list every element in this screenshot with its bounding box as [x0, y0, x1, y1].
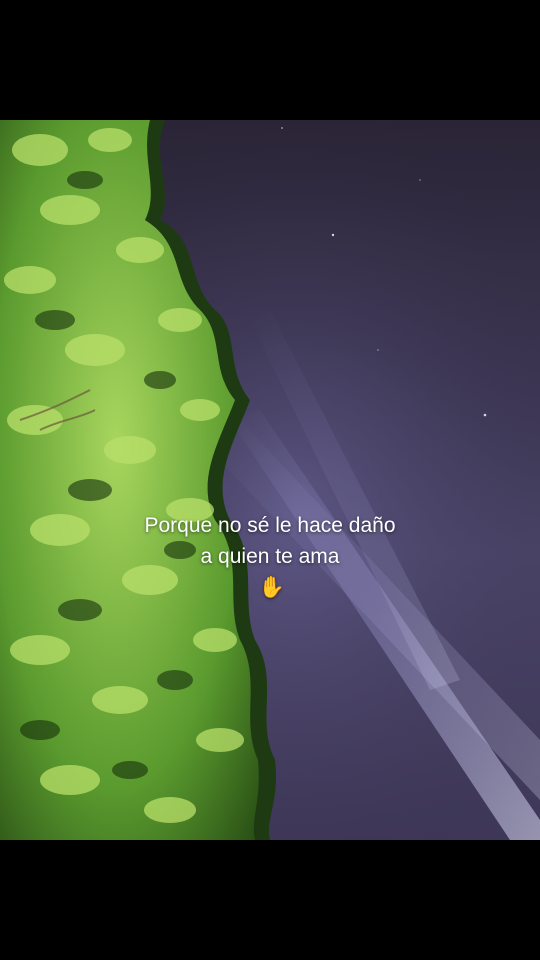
caption-line-1: Porque no sé le hace daño	[144, 514, 396, 537]
caption-text: Porque no sé le hace daño a quien te ama…	[0, 510, 540, 603]
caption-line-2: a quien te ama ✋	[0, 541, 540, 603]
video-frame: Porque no sé le hace daño a quien te ama…	[0, 0, 540, 960]
photo-artwork	[0, 120, 540, 840]
star	[419, 179, 421, 181]
caption-line-2-text: a quien te ama	[200, 545, 340, 568]
star	[281, 127, 283, 129]
night-sky-photo	[0, 120, 540, 840]
raised-hand-icon: ✋	[258, 575, 286, 599]
star	[331, 233, 335, 237]
star	[483, 413, 487, 417]
star	[377, 349, 379, 351]
